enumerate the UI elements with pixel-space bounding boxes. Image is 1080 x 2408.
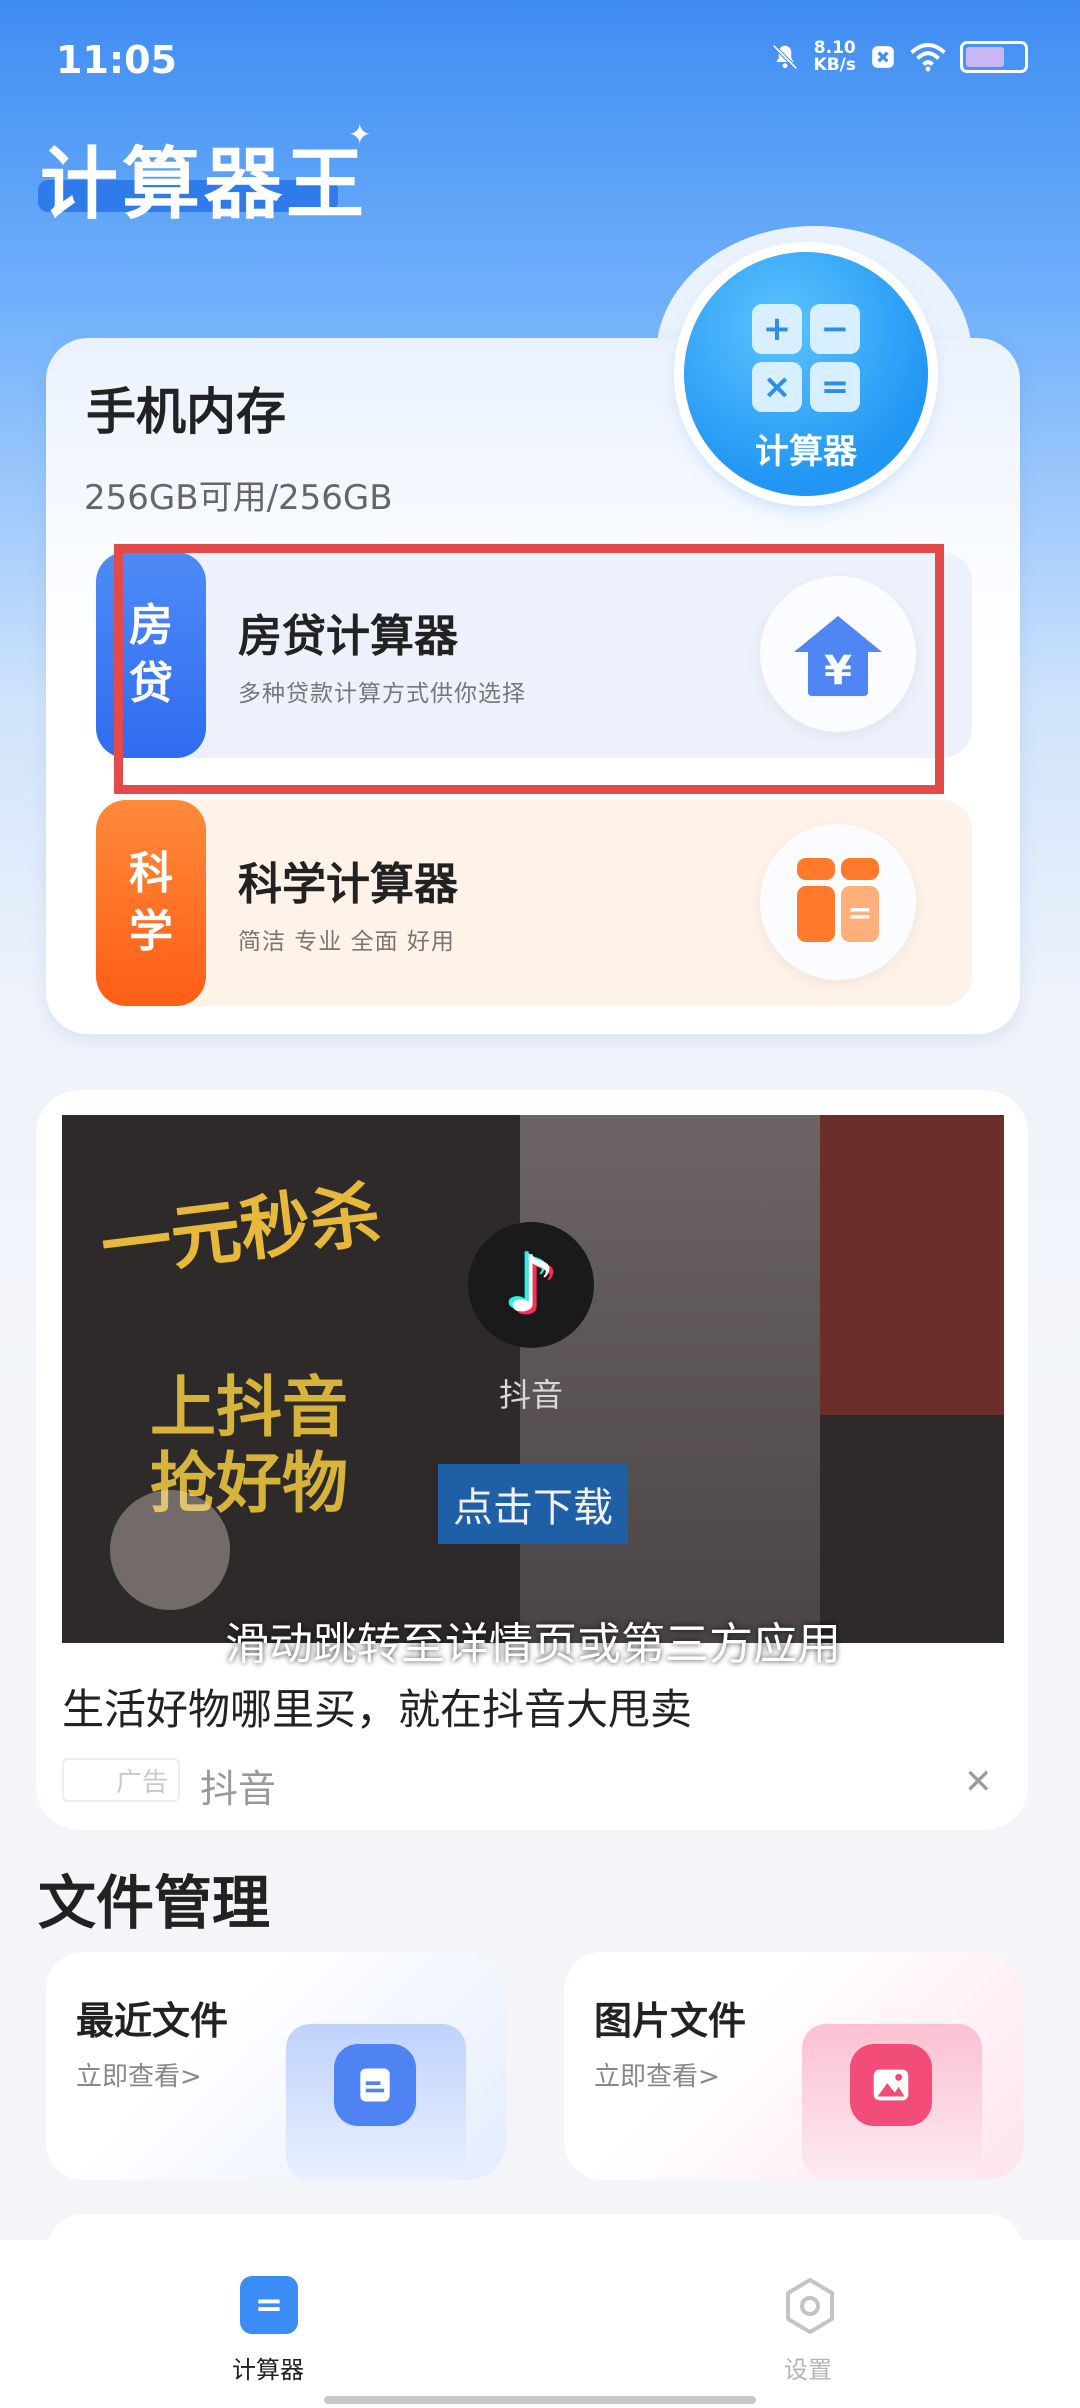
app-title: 计算器王 [40,140,369,230]
ad-product-box [820,1115,1004,1415]
science-subtitle: 简洁 专业 全面 好用 [238,929,455,955]
nav-calculator-label[interactable]: 计算器 [232,2350,304,2385]
ad-overlay-caption: 滑动跳转至详情页或第三方应用 [225,1619,841,1670]
image-icon [850,2044,932,2126]
net-speed: 8.10 KB/s [814,40,856,74]
download-button[interactable]: 点击下载 [438,1464,628,1544]
ad-source: 抖音 [200,1767,277,1811]
settings-hexagon-icon[interactable] [780,2276,840,2336]
storage-title: 手机内存 [86,383,286,441]
selection-highlight [114,544,944,794]
ad-badge: 广告 [62,1758,180,1802]
home-indicator[interactable] [324,2396,756,2404]
calculator-button-label: 计算器 [755,432,857,472]
bottom-nav [0,2240,1080,2408]
science-tag-char-2: 学 [129,906,173,957]
times-symbol: × [752,362,802,412]
grid-calculator-icon: = [797,858,881,942]
close-ad-icon[interactable]: ✕ [964,1762,993,1802]
net-speed-unit: KB/s [813,55,856,75]
plus-symbol: + [752,304,802,354]
wifi-icon [910,43,946,72]
ad-promo-line2: 上抖音 [150,1369,348,1446]
ad-headline[interactable]: 生活好物哪里买，就在抖音大甩卖 [62,1676,692,1737]
image-files-title: 图片文件 [594,1999,747,2043]
file-management-title: 文件管理 [38,1869,271,1937]
storage-subtitle: 256GB可用/256GB [84,478,393,518]
equals-symbol: = [810,362,860,412]
status-time: 11:05 [56,38,177,82]
science-tag: 科 学 [96,800,206,1006]
document-icon [334,2044,416,2126]
ad-brand: 抖音 [498,1376,563,1414]
calculator-symbols-icon: + − × = [752,304,862,412]
minus-symbol: − [810,304,860,354]
ad-cartoon-face [110,1490,230,1610]
image-files-link[interactable]: 立即查看> [594,2056,720,2093]
science-tag-char-1: 科 [129,848,173,899]
recent-files-title: 最近文件 [76,1999,229,2043]
battery-icon [960,41,1028,73]
close-box-icon [872,46,894,68]
tiktok-logo-icon: ♪ [468,1222,594,1348]
science-title: 科学计算器 [238,859,458,910]
recent-files-link[interactable]: 立即查看> [76,2056,202,2093]
sparkle-icon: ✦ [348,118,372,151]
mute-bell-icon [771,44,798,70]
status-icons: 8.10 KB/s [770,40,1028,74]
calculator-icon[interactable]: = [240,2276,298,2334]
nav-settings-label[interactable]: 设置 [784,2350,832,2385]
